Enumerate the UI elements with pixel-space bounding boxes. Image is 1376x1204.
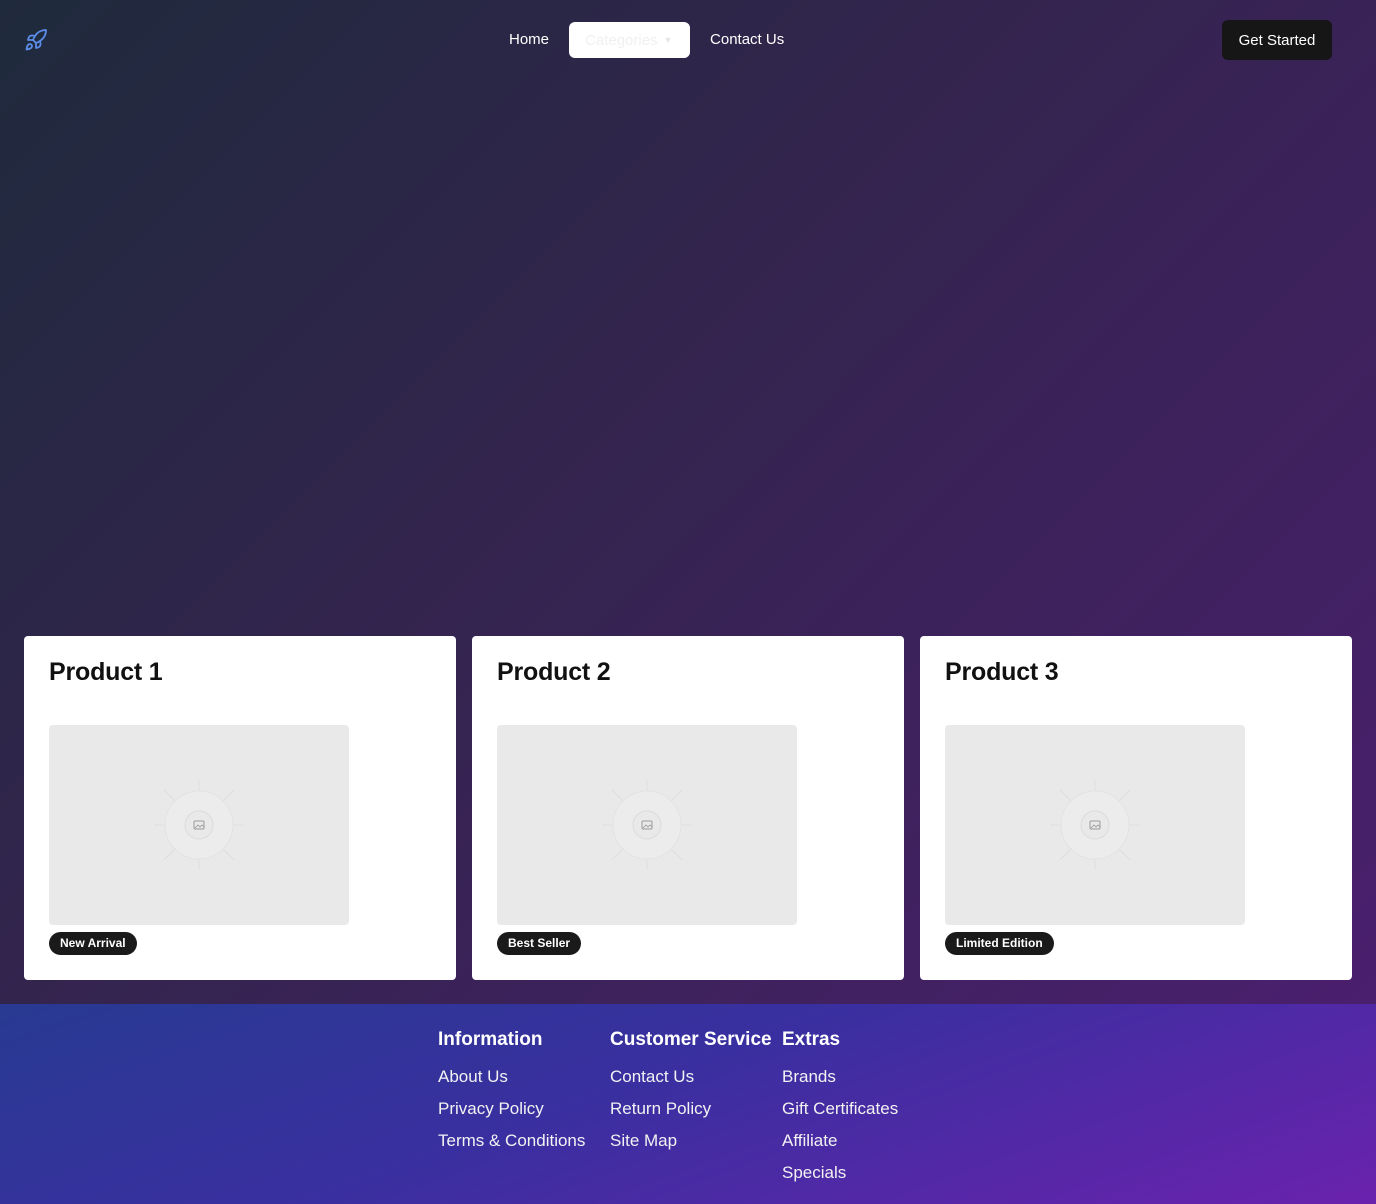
product-card[interactable]: Product 2 Best Seller — [472, 636, 904, 980]
footer-link-return-policy[interactable]: Return Policy — [610, 1093, 772, 1125]
chevron-down-icon: ▼ — [663, 35, 673, 45]
site-footer: Information About Us Privacy Policy Term… — [0, 1004, 1376, 1204]
site-header: Home Categories ▼ Contact Us Get Started — [0, 0, 1376, 80]
footer-link-affiliate[interactable]: Affiliate — [782, 1125, 898, 1157]
product-image — [945, 725, 1245, 925]
footer-link-about[interactable]: About Us — [438, 1061, 585, 1093]
product-image — [497, 725, 797, 925]
footer-heading: Information — [438, 1029, 543, 1050]
footer-link-site-map[interactable]: Site Map — [610, 1125, 772, 1157]
image-placeholder-icon — [154, 780, 244, 870]
nav-home-link[interactable]: Home — [499, 22, 559, 58]
product-badge: Limited Edition — [945, 932, 1054, 955]
nav-categories-label: Categories — [585, 31, 658, 49]
footer-column-extras: Extras Brands Gift Certificates Affiliat… — [782, 1028, 898, 1189]
footer-link-gift-certificates[interactable]: Gift Certificates — [782, 1093, 898, 1125]
get-started-button[interactable]: Get Started — [1222, 20, 1332, 60]
rocket-icon[interactable] — [24, 28, 48, 52]
nav-contact-link[interactable]: Contact Us — [700, 22, 794, 58]
footer-link-privacy[interactable]: Privacy Policy — [438, 1093, 585, 1125]
footer-link-brands[interactable]: Brands — [782, 1061, 898, 1093]
footer-column-information: Information About Us Privacy Policy Term… — [438, 1028, 585, 1157]
footer-heading: Customer Service — [610, 1029, 772, 1050]
image-placeholder-icon — [602, 780, 692, 870]
footer-link-contact[interactable]: Contact Us — [610, 1061, 772, 1093]
image-placeholder-icon — [1050, 780, 1140, 870]
product-image — [49, 725, 349, 925]
footer-heading: Extras — [782, 1029, 841, 1050]
main-nav: Home Categories ▼ Contact Us — [499, 22, 794, 58]
product-title: Product 3 — [945, 658, 1059, 686]
product-title: Product 1 — [49, 658, 163, 686]
product-badge: New Arrival — [49, 932, 137, 955]
nav-categories-dropdown[interactable]: Categories ▼ — [569, 22, 691, 58]
product-title: Product 2 — [497, 658, 611, 686]
footer-link-specials[interactable]: Specials — [782, 1157, 898, 1189]
product-card[interactable]: Product 3 Limited Edition — [920, 636, 1352, 980]
product-badge: Best Seller — [497, 932, 582, 955]
footer-link-terms[interactable]: Terms & Conditions — [438, 1125, 585, 1157]
product-card[interactable]: Product 1 New Arrival — [24, 636, 456, 980]
footer-column-customer-service: Customer Service Contact Us Return Polic… — [610, 1028, 772, 1157]
